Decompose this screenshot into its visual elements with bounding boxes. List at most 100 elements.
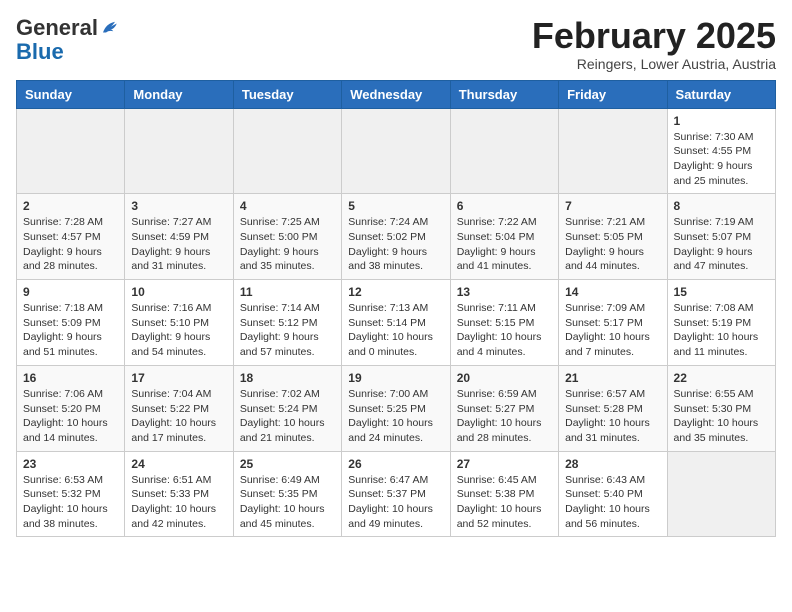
calendar-cell: 24 Sunrise: 6:51 AM Sunset: 5:33 PM Dayli… xyxy=(125,451,233,537)
day-info: Sunrise: 6:49 AM Sunset: 5:35 PM Dayligh… xyxy=(240,473,335,532)
calendar-week-3: 9Sunrise: 7:18 AM Sunset: 5:09 PM Daylig… xyxy=(17,280,776,366)
weekday-header-thursday: Thursday xyxy=(450,80,558,108)
day-info: Sunrise: 7:06 AM Sunset: 5:20 PM Dayligh… xyxy=(23,387,118,446)
day-number: 2 xyxy=(23,199,118,213)
day-info: Sunrise: 6:55 AM Sunset: 5:30 PM Dayligh… xyxy=(674,387,769,446)
calendar-cell: 16Sunrise: 7:06 AM Sunset: 5:20 PM Dayli… xyxy=(17,365,125,451)
calendar-cell: 15Sunrise: 7:08 AM Sunset: 5:19 PM Dayli… xyxy=(667,280,775,366)
day-info: Sunrise: 7:13 AM Sunset: 5:14 PM Dayligh… xyxy=(348,301,443,360)
day-info: Sunrise: 7:30 AM Sunset: 4:55 PM Dayligh… xyxy=(674,130,769,189)
calendar-cell xyxy=(667,451,775,537)
day-number: 10 xyxy=(131,285,226,299)
day-info: Sunrise: 7:11 AM Sunset: 5:15 PM Dayligh… xyxy=(457,301,552,360)
weekday-header-wednesday: Wednesday xyxy=(342,80,450,108)
day-info: Sunrise: 6:57 AM Sunset: 5:28 PM Dayligh… xyxy=(565,387,660,446)
day-info: Sunrise: 7:21 AM Sunset: 5:05 PM Dayligh… xyxy=(565,215,660,274)
day-info: Sunrise: 7:09 AM Sunset: 5:17 PM Dayligh… xyxy=(565,301,660,360)
calendar-cell: 3 Sunrise: 7:27 AM Sunset: 4:59 PM Daylig… xyxy=(125,194,233,280)
day-info: Sunrise: 7:25 AM Sunset: 5:00 PM Dayligh… xyxy=(240,215,335,274)
calendar-cell: 27 Sunrise: 6:45 AM Sunset: 5:38 PM Dayli… xyxy=(450,451,558,537)
day-number: 18 xyxy=(240,371,335,385)
calendar-week-4: 16Sunrise: 7:06 AM Sunset: 5:20 PM Dayli… xyxy=(17,365,776,451)
calendar-cell: 19 Sunrise: 7:00 AM Sunset: 5:25 PM Dayli… xyxy=(342,365,450,451)
calendar-cell: 14 Sunrise: 7:09 AM Sunset: 5:17 PM Dayli… xyxy=(559,280,667,366)
calendar-cell: 21 Sunrise: 6:57 AM Sunset: 5:28 PM Dayli… xyxy=(559,365,667,451)
day-info: Sunrise: 7:04 AM Sunset: 5:22 PM Dayligh… xyxy=(131,387,226,446)
day-number: 26 xyxy=(348,457,443,471)
calendar-cell: 1 Sunrise: 7:30 AM Sunset: 4:55 PM Daylig… xyxy=(667,108,775,194)
calendar-cell: 12Sunrise: 7:13 AM Sunset: 5:14 PM Dayli… xyxy=(342,280,450,366)
calendar-cell xyxy=(342,108,450,194)
day-info: Sunrise: 6:47 AM Sunset: 5:37 PM Dayligh… xyxy=(348,473,443,532)
calendar-cell: 20 Sunrise: 6:59 AM Sunset: 5:27 PM Dayli… xyxy=(450,365,558,451)
day-info: Sunrise: 7:16 AM Sunset: 5:10 PM Dayligh… xyxy=(131,301,226,360)
day-number: 7 xyxy=(565,199,660,213)
page-header: General Blue February 2025 Reingers, Low… xyxy=(16,16,776,72)
day-number: 14 xyxy=(565,285,660,299)
calendar-cell: 22 Sunrise: 6:55 AM Sunset: 5:30 PM Dayli… xyxy=(667,365,775,451)
day-info: Sunrise: 6:53 AM Sunset: 5:32 PM Dayligh… xyxy=(23,473,118,532)
calendar-cell: 5 Sunrise: 7:24 AM Sunset: 5:02 PM Daylig… xyxy=(342,194,450,280)
day-info: Sunrise: 6:51 AM Sunset: 5:33 PM Dayligh… xyxy=(131,473,226,532)
day-number: 23 xyxy=(23,457,118,471)
weekday-header-friday: Friday xyxy=(559,80,667,108)
title-block: February 2025 Reingers, Lower Austria, A… xyxy=(532,16,776,72)
weekday-header-monday: Monday xyxy=(125,80,233,108)
calendar-cell: 6 Sunrise: 7:22 AM Sunset: 5:04 PM Daylig… xyxy=(450,194,558,280)
day-info: Sunrise: 7:14 AM Sunset: 5:12 PM Dayligh… xyxy=(240,301,335,360)
day-number: 4 xyxy=(240,199,335,213)
weekday-header-tuesday: Tuesday xyxy=(233,80,341,108)
day-number: 17 xyxy=(131,371,226,385)
day-info: Sunrise: 7:28 AM Sunset: 4:57 PM Dayligh… xyxy=(23,215,118,274)
weekday-header-saturday: Saturday xyxy=(667,80,775,108)
calendar-cell xyxy=(450,108,558,194)
calendar-cell: 8 Sunrise: 7:19 AM Sunset: 5:07 PM Daylig… xyxy=(667,194,775,280)
calendar-cell: 18 Sunrise: 7:02 AM Sunset: 5:24 PM Dayli… xyxy=(233,365,341,451)
calendar-cell: 2 Sunrise: 7:28 AM Sunset: 4:57 PM Daylig… xyxy=(17,194,125,280)
day-number: 15 xyxy=(674,285,769,299)
calendar-week-5: 23 Sunrise: 6:53 AM Sunset: 5:32 PM Dayli… xyxy=(17,451,776,537)
calendar-cell: 4 Sunrise: 7:25 AM Sunset: 5:00 PM Daylig… xyxy=(233,194,341,280)
calendar-cell: 10 Sunrise: 7:16 AM Sunset: 5:10 PM Dayli… xyxy=(125,280,233,366)
day-number: 20 xyxy=(457,371,552,385)
day-number: 3 xyxy=(131,199,226,213)
calendar-cell: 13 Sunrise: 7:11 AM Sunset: 5:15 PM Dayli… xyxy=(450,280,558,366)
weekday-header-sunday: Sunday xyxy=(17,80,125,108)
day-number: 9 xyxy=(23,285,118,299)
day-info: Sunrise: 7:24 AM Sunset: 5:02 PM Dayligh… xyxy=(348,215,443,274)
location-subtitle: Reingers, Lower Austria, Austria xyxy=(532,56,776,72)
month-title: February 2025 xyxy=(532,16,776,56)
calendar-header-row: SundayMondayTuesdayWednesdayThursdayFrid… xyxy=(17,80,776,108)
logo-general-text: General xyxy=(16,16,98,40)
calendar-cell: 7 Sunrise: 7:21 AM Sunset: 5:05 PM Daylig… xyxy=(559,194,667,280)
day-number: 19 xyxy=(348,371,443,385)
calendar-cell xyxy=(233,108,341,194)
day-number: 13 xyxy=(457,285,552,299)
logo: General Blue xyxy=(16,16,118,64)
logo-blue-text: Blue xyxy=(16,40,118,64)
day-number: 6 xyxy=(457,199,552,213)
day-number: 5 xyxy=(348,199,443,213)
day-info: Sunrise: 7:27 AM Sunset: 4:59 PM Dayligh… xyxy=(131,215,226,274)
day-info: Sunrise: 7:00 AM Sunset: 5:25 PM Dayligh… xyxy=(348,387,443,446)
day-number: 22 xyxy=(674,371,769,385)
day-number: 21 xyxy=(565,371,660,385)
calendar-cell: 9Sunrise: 7:18 AM Sunset: 5:09 PM Daylig… xyxy=(17,280,125,366)
day-number: 1 xyxy=(674,114,769,128)
day-info: Sunrise: 6:59 AM Sunset: 5:27 PM Dayligh… xyxy=(457,387,552,446)
day-number: 28 xyxy=(565,457,660,471)
day-number: 27 xyxy=(457,457,552,471)
calendar-cell: 26 Sunrise: 6:47 AM Sunset: 5:37 PM Dayli… xyxy=(342,451,450,537)
day-info: Sunrise: 7:22 AM Sunset: 5:04 PM Dayligh… xyxy=(457,215,552,274)
logo-bird-icon xyxy=(100,19,118,37)
day-number: 11 xyxy=(240,285,335,299)
calendar-cell: 28Sunrise: 6:43 AM Sunset: 5:40 PM Dayli… xyxy=(559,451,667,537)
day-info: Sunrise: 7:02 AM Sunset: 5:24 PM Dayligh… xyxy=(240,387,335,446)
day-number: 8 xyxy=(674,199,769,213)
day-info: Sunrise: 6:45 AM Sunset: 5:38 PM Dayligh… xyxy=(457,473,552,532)
calendar-cell: 23 Sunrise: 6:53 AM Sunset: 5:32 PM Dayli… xyxy=(17,451,125,537)
calendar-cell: 11 Sunrise: 7:14 AM Sunset: 5:12 PM Dayli… xyxy=(233,280,341,366)
day-info: Sunrise: 7:19 AM Sunset: 5:07 PM Dayligh… xyxy=(674,215,769,274)
calendar-week-1: 1 Sunrise: 7:30 AM Sunset: 4:55 PM Daylig… xyxy=(17,108,776,194)
day-number: 24 xyxy=(131,457,226,471)
